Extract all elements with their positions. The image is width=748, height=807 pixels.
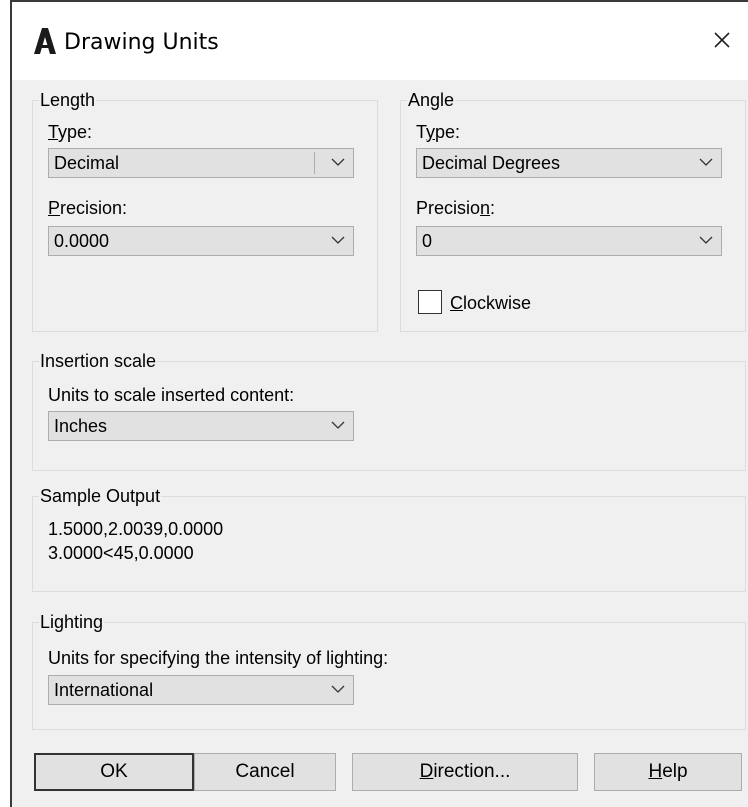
length-type-select[interactable]: Decimal: [48, 148, 354, 178]
length-type-label: Type:: [48, 122, 93, 142]
insertion-scale-legend: Insertion scale: [39, 351, 158, 371]
lighting-legend: Lighting: [39, 612, 105, 632]
title-bar: Drawing Units: [12, 2, 748, 80]
chevron-down-icon: [699, 158, 713, 166]
length-precision-label: Precision:: [48, 198, 128, 218]
autocad-a-icon: [34, 28, 56, 54]
chevron-down-icon: [331, 421, 345, 429]
insertion-units-label: Units to scale inserted content:: [48, 385, 295, 405]
angle-legend: Angle: [407, 90, 456, 110]
lighting-units-select[interactable]: International: [48, 675, 354, 705]
direction-button[interactable]: Direction...: [352, 753, 578, 791]
close-icon[interactable]: [710, 28, 734, 52]
insertion-units-value: Inches: [54, 416, 108, 436]
angle-type-value: Decimal Degrees: [422, 153, 561, 173]
length-legend: Length: [39, 90, 97, 110]
length-type-value: Decimal: [54, 153, 120, 173]
angle-precision-value: 0: [422, 231, 433, 251]
angle-type-select[interactable]: Decimal Degrees: [416, 148, 722, 178]
insertion-units-select[interactable]: Inches: [48, 411, 354, 441]
angle-type-label: Type:: [416, 122, 461, 142]
sample-output-line-2: 3.0000<45,0.0000: [48, 543, 194, 563]
lighting-units-label: Units for specifying the intensity of li…: [48, 648, 389, 668]
select-separator: [314, 152, 315, 174]
chevron-down-icon: [331, 158, 345, 166]
chevron-down-icon: [331, 236, 345, 244]
chevron-down-icon: [699, 236, 713, 244]
angle-precision-label: Precision:: [416, 198, 496, 218]
clockwise-label[interactable]: Clockwise: [450, 293, 531, 313]
sample-output-legend: Sample Output: [39, 486, 162, 506]
ok-button[interactable]: OK: [34, 753, 194, 791]
sample-output-line-1: 1.5000,2.0039,0.0000: [48, 519, 224, 539]
lighting-units-value: International: [54, 680, 154, 700]
clockwise-checkbox[interactable]: [418, 290, 442, 314]
help-button[interactable]: Help: [594, 753, 742, 791]
drawing-units-dialog: Drawing Units Length Type: Decimal Preci…: [10, 0, 748, 807]
cancel-button[interactable]: Cancel: [194, 753, 336, 791]
angle-precision-select[interactable]: 0: [416, 226, 722, 256]
chevron-down-icon: [331, 685, 345, 693]
dialog-title: Drawing Units: [64, 30, 219, 55]
length-precision-select[interactable]: 0.0000: [48, 226, 354, 256]
length-precision-value: 0.0000: [54, 231, 110, 251]
